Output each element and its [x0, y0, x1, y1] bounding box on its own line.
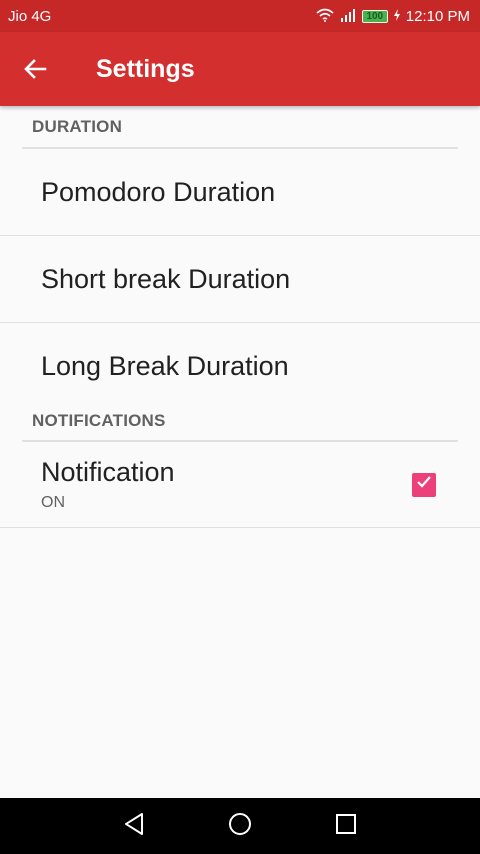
recents-square-icon	[335, 813, 357, 840]
app-bar: Settings	[0, 32, 480, 106]
pref-text: Notification ON	[41, 457, 175, 512]
pref-title: Notification	[41, 457, 175, 487]
charging-icon	[393, 8, 400, 24]
back-triangle-icon	[123, 812, 145, 841]
check-icon	[416, 475, 432, 494]
pref-title: Long Break Duration	[41, 351, 289, 381]
pref-short-break-duration[interactable]: Short break Duration	[0, 236, 480, 323]
carrier-label: Jio 4G	[8, 7, 52, 25]
wifi-icon	[316, 8, 334, 25]
status-bar: Jio 4G 100 12:10 PM	[0, 0, 480, 32]
settings-list: DURATION Pomodoro Duration Short break D…	[0, 106, 480, 528]
status-icons: 100 12:10 PM	[316, 8, 470, 25]
pref-pomodoro-duration[interactable]: Pomodoro Duration	[0, 149, 480, 236]
pref-summary: ON	[41, 494, 65, 511]
section-header-notifications: NOTIFICATIONS	[32, 411, 166, 430]
page-title: Settings	[96, 54, 195, 83]
pref-notification[interactable]: Notification ON	[0, 442, 480, 528]
pref-title: Pomodoro Duration	[41, 176, 276, 207]
system-nav-bar	[0, 798, 480, 854]
notification-checkbox[interactable]	[412, 472, 436, 497]
back-button[interactable]	[0, 32, 72, 106]
nav-home-button[interactable]	[187, 798, 293, 854]
nav-back-button[interactable]	[81, 798, 187, 854]
signal-icon	[340, 8, 356, 25]
nav-recents-button[interactable]	[293, 798, 399, 854]
arrow-back-icon	[23, 58, 47, 80]
pref-long-break-duration[interactable]: Long Break Duration	[0, 323, 480, 410]
battery-icon: 100	[361, 9, 388, 23]
section-header-duration: DURATION	[32, 116, 123, 136]
pref-title: Short break Duration	[41, 263, 291, 294]
home-circle-icon	[228, 812, 252, 841]
clock-label: 12:10 PM	[405, 7, 470, 25]
